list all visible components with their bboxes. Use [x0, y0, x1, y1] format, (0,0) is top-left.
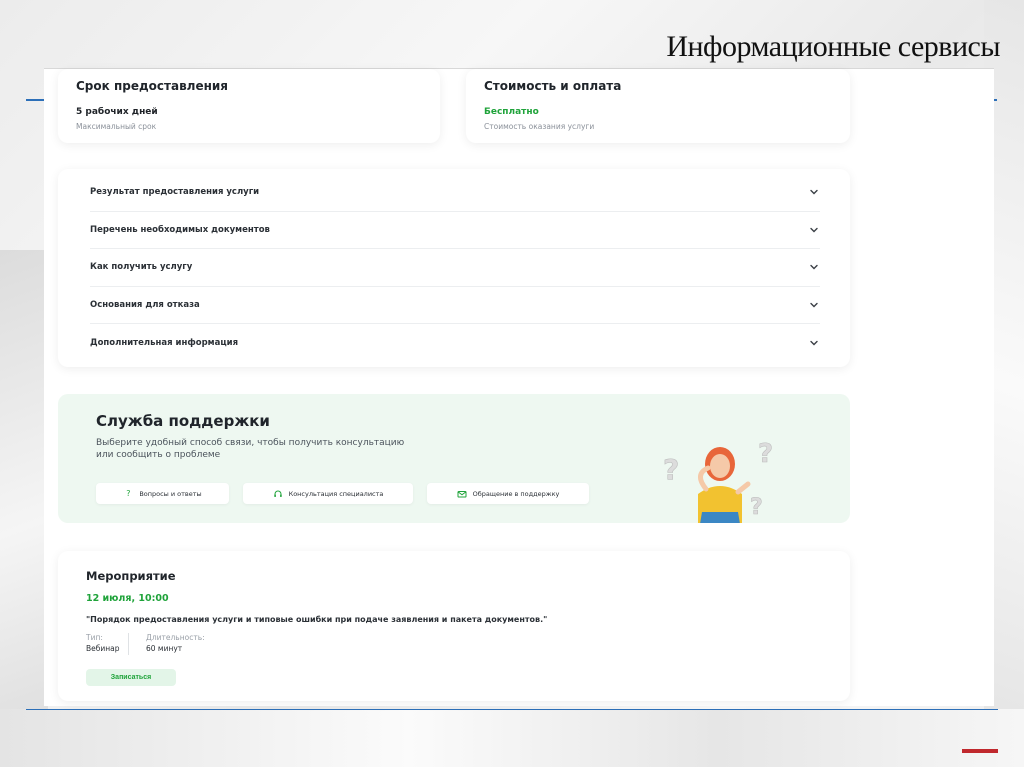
support-appeal-button[interactable]: Обращение в поддержку — [427, 483, 589, 504]
support-service-block: Служба поддержки Выберите удобный способ… — [58, 394, 850, 523]
accordion-item-refusal-grounds[interactable]: Основания для отказа — [90, 287, 820, 324]
event-type: Тип: Вебинар — [86, 633, 129, 655]
specialist-consultation-label: Консультация специалиста — [288, 489, 384, 498]
confused-girl-illustration: ? ? ? — [663, 439, 773, 523]
support-appeal-label: Обращение в поддержку — [472, 489, 560, 498]
svg-text:?: ? — [750, 495, 763, 520]
mail-icon — [457, 490, 467, 497]
cost-card-value: Бесплатно — [484, 107, 539, 117]
question-icon: ? — [126, 489, 131, 498]
background-decoration-left — [0, 250, 48, 710]
service-info-accordion: Результат предоставления услуги Перечень… — [58, 169, 850, 367]
event-topic: "Порядок предоставления услуги и типовые… — [86, 615, 548, 624]
term-card-caption: Максимальный срок — [76, 122, 157, 131]
screenshot-panel: Срок предоставления 5 рабочих дней Макси… — [44, 68, 994, 706]
support-title: Служба поддержки — [96, 412, 270, 430]
chevron-down-icon — [810, 190, 818, 195]
term-card-value: 5 рабочих дней — [76, 107, 158, 117]
red-accent-mark — [962, 749, 998, 753]
top-rule-right — [994, 99, 997, 101]
top-rule-left — [26, 99, 44, 101]
faq-button[interactable]: ? Вопросы и ответы — [96, 483, 229, 504]
accordion-item-result[interactable]: Результат предоставления услуги — [90, 174, 820, 212]
accordion-item-label: Перечень необходимых документов — [90, 224, 270, 235]
term-card: Срок предоставления 5 рабочих дней Макси… — [58, 69, 440, 143]
svg-text:?: ? — [663, 453, 679, 486]
event-type-value: Вебинар — [86, 644, 120, 653]
slide-title: Информационные сервисы — [666, 30, 1000, 63]
chevron-down-icon — [810, 227, 818, 233]
chevron-down-icon — [810, 265, 818, 270]
cost-card: Стоимость и оплата Бесплатно Стоимость о… — [466, 69, 850, 143]
chevron-down-icon — [810, 340, 818, 346]
specialist-consultation-button[interactable]: Консультация специалиста — [243, 483, 413, 504]
cost-card-title: Стоимость и оплата — [484, 79, 622, 93]
background-decoration-bottom — [0, 709, 1024, 767]
accordion-item-label: Основания для отказа — [90, 299, 200, 310]
signup-button[interactable]: Записаться — [86, 669, 176, 686]
event-duration: Длительность: 60 минут — [146, 633, 205, 653]
event-date: 12 июля, 10:00 — [86, 593, 169, 604]
accordion-item-additional-info[interactable]: Дополнительная информация — [90, 324, 820, 362]
term-card-title: Срок предоставления — [76, 79, 229, 93]
event-card: Мероприятие 12 июля, 10:00 "Порядок пред… — [58, 551, 850, 701]
support-description: Выберите удобный способ связи, чтобы пол… — [96, 438, 405, 460]
cost-card-caption: Стоимость оказания услуги — [484, 122, 595, 131]
event-title: Мероприятие — [86, 569, 176, 583]
event-duration-label: Длительность: — [146, 633, 205, 642]
accordion-item-label: Результат предоставления услуги — [90, 187, 260, 198]
faq-button-label: Вопросы и ответы — [139, 489, 202, 498]
accordion-item-how-to-get[interactable]: Как получить услугу — [90, 249, 820, 287]
event-type-label: Тип: — [86, 633, 103, 642]
headset-icon — [273, 490, 282, 497]
event-duration-value: 60 минут — [146, 644, 183, 653]
svg-text:?: ? — [758, 439, 773, 469]
accordion-item-documents[interactable]: Перечень необходимых документов — [90, 212, 820, 249]
accordion-item-label: Дополнительная информация — [90, 337, 239, 348]
bottom-rule — [26, 709, 998, 710]
accordion-item-label: Как получить услугу — [90, 262, 193, 273]
chevron-down-icon — [810, 302, 818, 308]
